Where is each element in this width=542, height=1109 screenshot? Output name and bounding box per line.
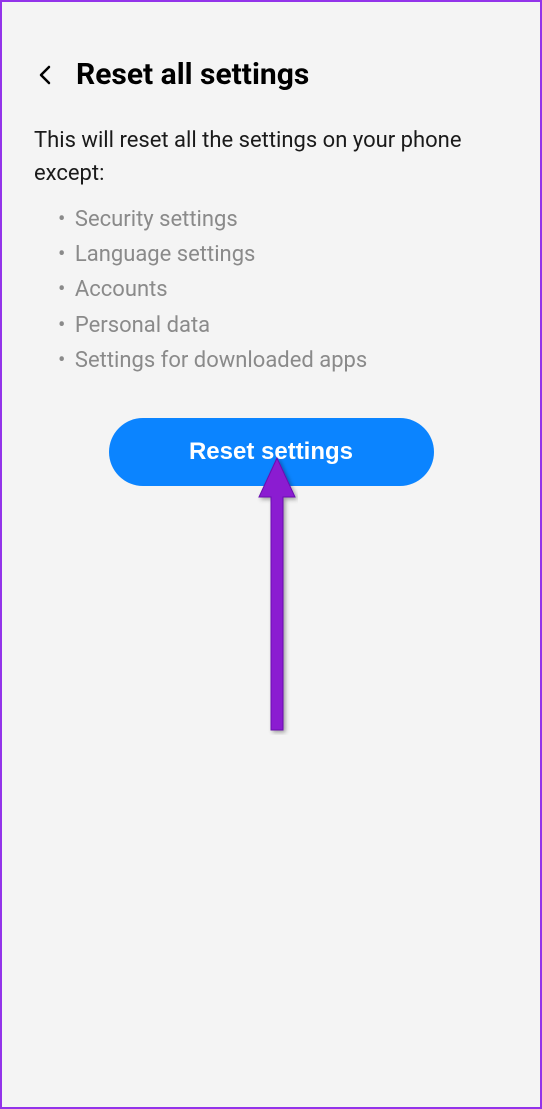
list-item: Personal data — [58, 308, 508, 343]
reset-settings-button[interactable]: Reset settings — [109, 418, 434, 486]
back-icon[interactable] — [34, 63, 58, 87]
list-item: Security settings — [58, 202, 508, 237]
page-title: Reset all settings — [76, 57, 309, 92]
list-item: Accounts — [58, 272, 508, 307]
header: Reset all settings — [2, 2, 540, 112]
list-item: Settings for downloaded apps — [58, 343, 508, 378]
list-item: Language settings — [58, 237, 508, 272]
button-container: Reset settings — [2, 398, 540, 506]
description-text: This will reset all the settings on your… — [2, 112, 540, 198]
exceptions-list: Security settings Language settings Acco… — [2, 198, 540, 398]
